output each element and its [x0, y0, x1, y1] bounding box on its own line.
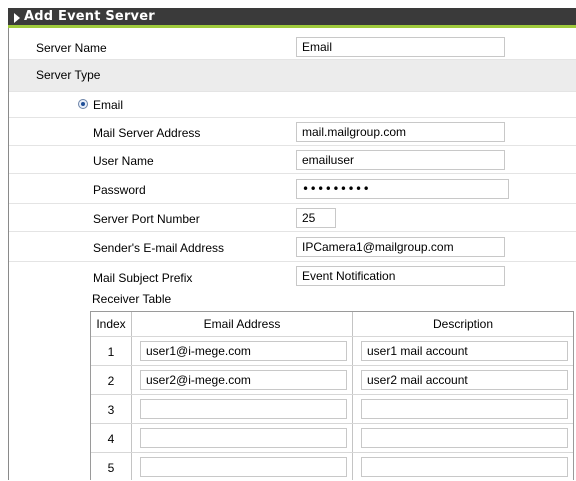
password-row: Password [9, 174, 576, 204]
description-input[interactable] [361, 341, 568, 361]
password-input[interactable] [296, 179, 509, 199]
user-name-label: User Name [93, 154, 154, 168]
sender-email-label: Sender's E-mail Address [93, 241, 225, 255]
row-index: 5 [107, 461, 115, 475]
receiver-table-title: Receiver Table [92, 292, 172, 306]
email-radio-button[interactable] [78, 99, 88, 109]
row-index: 4 [107, 432, 115, 446]
description-input[interactable] [361, 428, 568, 448]
server-type-row: Server Type [9, 60, 576, 92]
user-name-input[interactable] [296, 150, 505, 170]
table-row: 1 [91, 337, 573, 365]
subject-prefix-input[interactable] [296, 266, 505, 286]
server-port-label: Server Port Number [93, 212, 200, 226]
subject-prefix-row: Mail Subject Prefix [9, 262, 576, 290]
row-index: 3 [107, 403, 115, 417]
section-header: Add Event Server [8, 8, 576, 28]
email-address-input[interactable] [140, 428, 347, 448]
server-name-input[interactable] [296, 37, 505, 57]
column-header-email: Email Address [203, 317, 281, 331]
section-title: Add Event Server [24, 9, 155, 24]
table-header-row: Index Email Address Description [91, 312, 573, 336]
receiver-table: Index Email Address Description 1 2 3 4 … [90, 311, 574, 480]
row-index: 2 [107, 374, 115, 388]
expand-arrow-icon[interactable] [14, 13, 20, 23]
email-address-input[interactable] [140, 341, 347, 361]
description-input[interactable] [361, 457, 568, 477]
email-option-row: Email [9, 92, 576, 118]
mail-server-address-label: Mail Server Address [93, 126, 201, 140]
server-port-row: Server Port Number [9, 204, 576, 232]
email-radio-label: Email [93, 98, 124, 112]
table-row: 4 [91, 424, 573, 452]
description-input[interactable] [361, 370, 568, 390]
column-header-description: Description [432, 317, 494, 331]
subject-prefix-label: Mail Subject Prefix [93, 271, 193, 285]
email-address-input[interactable] [140, 457, 347, 477]
email-address-input[interactable] [140, 370, 347, 390]
table-row: 3 [91, 395, 573, 423]
sender-email-row: Sender's E-mail Address [9, 232, 576, 262]
server-port-input[interactable] [296, 208, 336, 228]
email-address-input[interactable] [140, 399, 347, 419]
row-index: 1 [107, 345, 115, 359]
sender-email-input[interactable] [296, 237, 505, 257]
user-name-row: User Name [9, 146, 576, 174]
server-name-row: Server Name [9, 35, 576, 60]
password-label: Password [93, 183, 146, 197]
server-type-label: Server Type [36, 68, 101, 82]
table-row: 5 [91, 453, 573, 481]
mail-server-address-input[interactable] [296, 122, 505, 142]
server-name-label: Server Name [36, 41, 107, 55]
description-input[interactable] [361, 399, 568, 419]
column-header-index: Index [96, 317, 126, 331]
mail-server-address-row: Mail Server Address [9, 118, 576, 146]
table-row: 2 [91, 366, 573, 394]
